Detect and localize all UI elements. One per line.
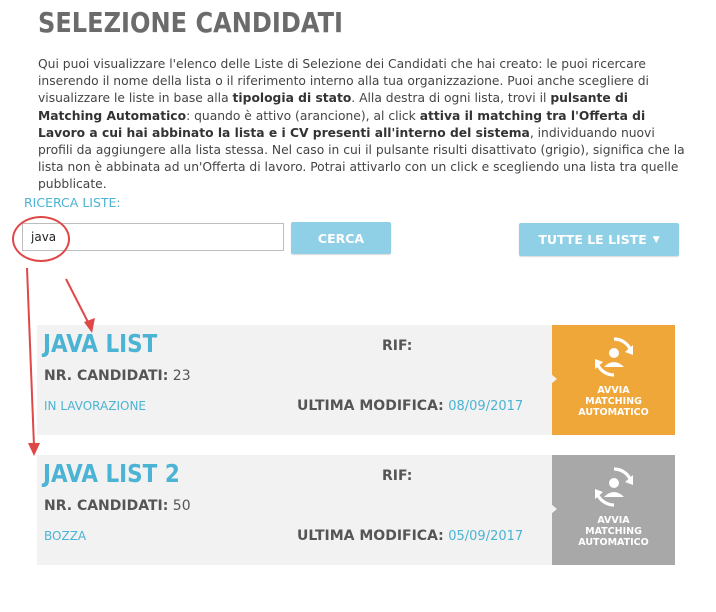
start-matching-button[interactable]: AVVIA MATCHING AUTOMATICO xyxy=(551,455,675,565)
last-modified: ULTIMA MODIFICA: 05/09/2017 xyxy=(297,528,524,544)
annotation-circle xyxy=(12,216,70,262)
matching-refresh-icon xyxy=(594,337,633,377)
intro-text: Qui puoi visualizzare l'elenco delle Lis… xyxy=(38,57,685,192)
start-matching-button[interactable]: AVVIA MATCHING AUTOMATICO xyxy=(551,325,675,435)
chevron-down-icon: ▼ xyxy=(652,234,660,245)
list-status: BOZZA xyxy=(44,529,87,543)
list-name[interactable]: JAVA LIST xyxy=(43,329,157,358)
last-modified: ULTIMA MODIFICA: 08/09/2017 xyxy=(297,398,524,414)
list-card[interactable]: JAVA LIST NR. CANDIDATI: 23 IN LAVORAZIO… xyxy=(37,325,675,435)
page-title: SELEZIONE CANDIDATI xyxy=(38,6,344,39)
search-label: RICERCA LISTE: xyxy=(24,195,121,210)
list-card[interactable]: JAVA LIST 2 NR. CANDIDATI: 50 BOZZA RIF:… xyxy=(37,455,675,565)
list-name[interactable]: JAVA LIST 2 xyxy=(43,459,180,488)
annotation-arrow-to-first-list xyxy=(65,278,91,327)
candidate-count: NR. CANDIDATI: 23 xyxy=(44,368,191,384)
list-reference: RIF: xyxy=(382,468,413,484)
annotation-arrow-to-second-list xyxy=(26,267,35,447)
candidate-count: NR. CANDIDATI: 50 xyxy=(44,498,191,514)
search-button[interactable]: CERCA xyxy=(291,222,391,254)
matching-refresh-icon xyxy=(594,467,633,507)
status-filter-label: TUTTE LE LISTE xyxy=(538,232,647,247)
status-filter-dropdown[interactable]: TUTTE LE LISTE ▼ xyxy=(519,223,679,256)
list-reference: RIF: xyxy=(382,338,413,354)
list-status: IN LAVORAZIONE xyxy=(44,399,146,413)
